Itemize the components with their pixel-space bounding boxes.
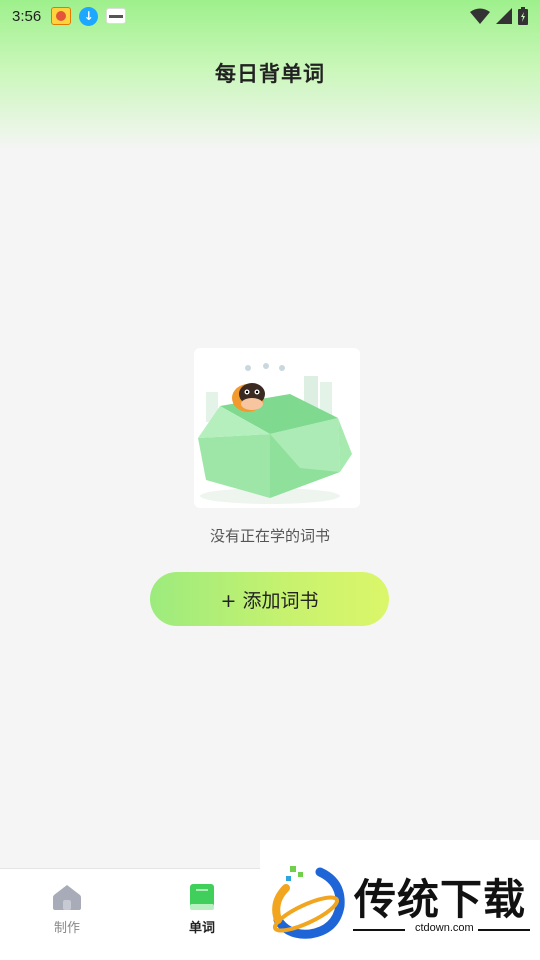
page-title: 每日背单词 [215,62,325,86]
nav-item-words[interactable]: 单词 [162,883,242,936]
empty-box-illustration [194,348,360,508]
add-wordbook-button[interactable]: + 添加词书 [150,572,389,626]
empty-state-message: 没有正在学的词书 [209,527,330,545]
wifi-icon [470,8,490,24]
battery-icon [518,7,528,25]
nav-item-label: 制作 [53,921,80,936]
app-notification-icon [51,7,72,25]
status-indicators [470,7,528,25]
nav-item-label: 单词 [188,921,215,936]
status-time: 3:56 [12,7,42,25]
watermark: 传统下载 ctdown.com [260,840,540,960]
watermark-brand: 传统下载 [354,875,527,924]
book-icon [190,884,214,910]
watermark-url: ctdown.com [415,922,474,934]
app-notification-icon [106,8,127,24]
cellular-signal-icon [496,8,512,24]
home-icon [53,885,81,910]
nav-item-make[interactable]: 制作 [27,883,107,936]
status-bar: 3:56 ↓ [0,0,540,32]
download-icon: ↓ [79,6,99,26]
